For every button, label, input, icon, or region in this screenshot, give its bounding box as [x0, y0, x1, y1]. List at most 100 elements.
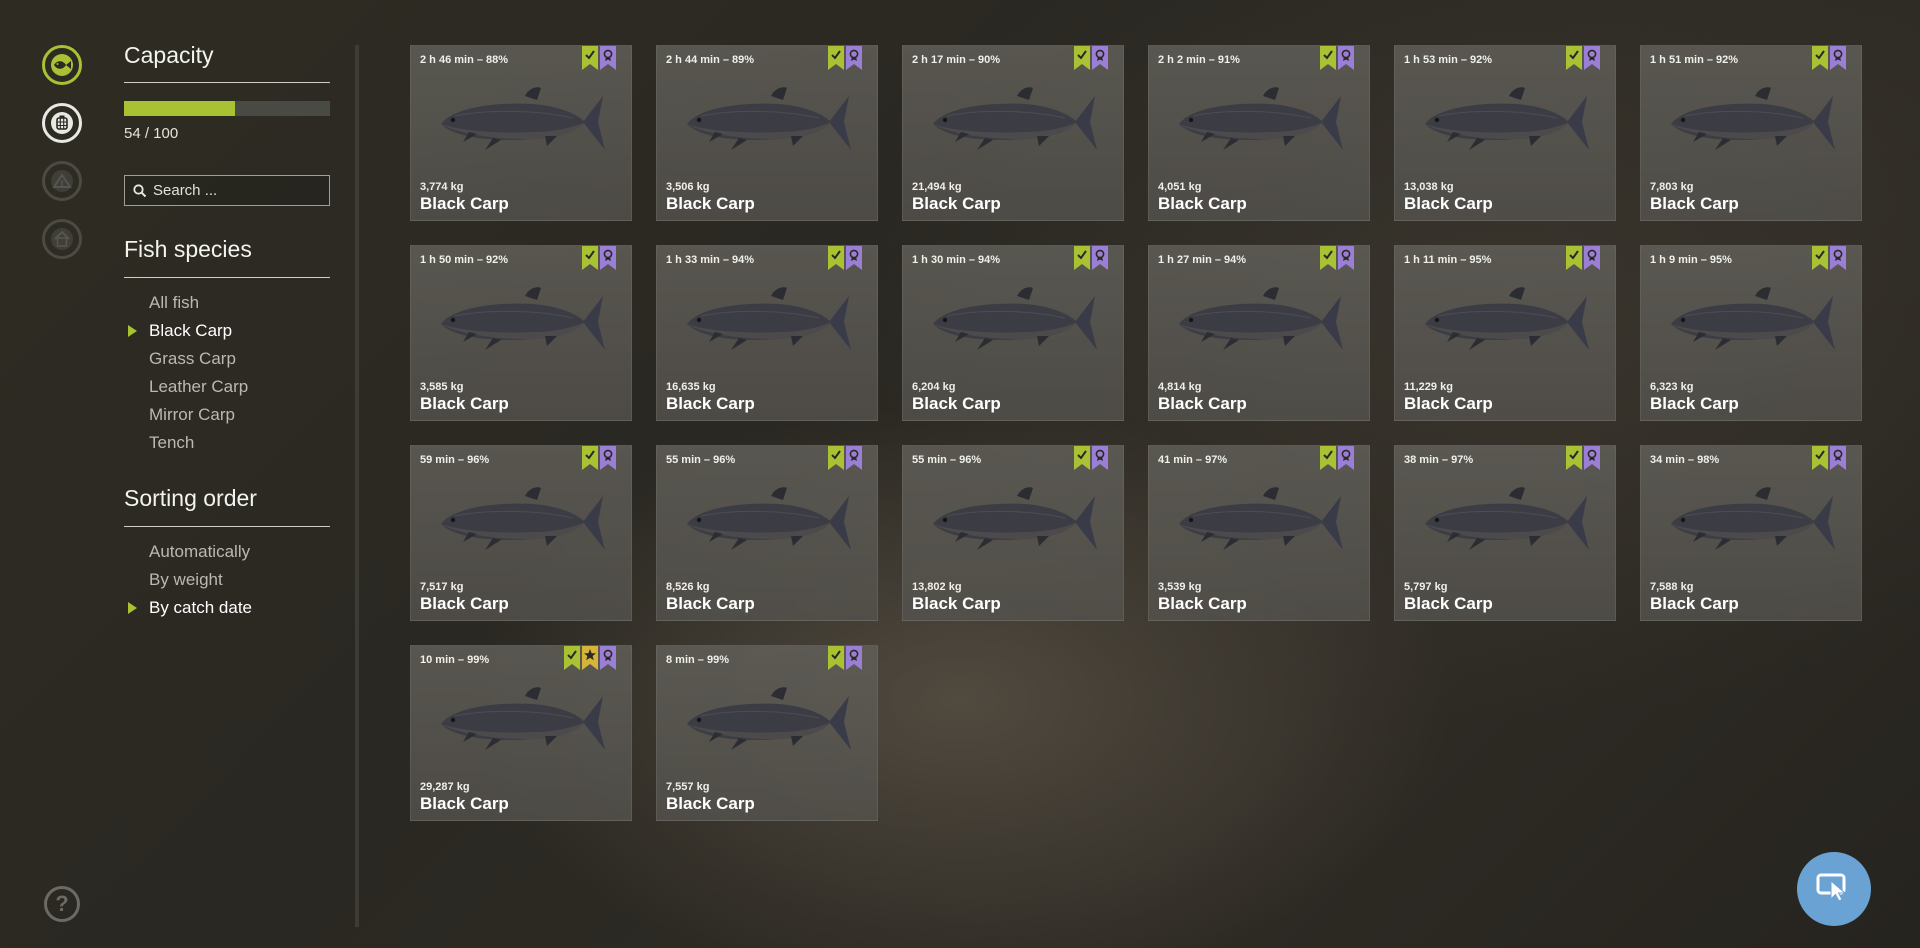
fish-card-name: Black Carp — [420, 194, 509, 213]
fish-card-badges — [1320, 446, 1354, 470]
fish-card-weight: 13,802 kg — [912, 581, 962, 593]
fish-card-weight: 3,774 kg — [420, 181, 464, 193]
fish-card-weight: 8,526 kg — [666, 581, 710, 593]
check-badge-icon — [582, 446, 598, 470]
fish-card-badges — [582, 446, 616, 470]
fish-card[interactable]: 1 h 9 min – 95% 6,323 kg Black Carp — [1640, 245, 1862, 421]
fish-card-name: Black Carp — [1650, 194, 1739, 213]
fish-card-weight: 7,803 kg — [1650, 181, 1694, 193]
fish-card-name: Black Carp — [666, 394, 755, 413]
fish-card[interactable]: 1 h 11 min – 95% 11,229 kg Black Carp — [1394, 245, 1616, 421]
species-title: Fish species — [124, 236, 252, 262]
fish-card[interactable]: 1 h 27 min – 94% 4,814 kg Black Carp — [1148, 245, 1370, 421]
ribbon-badge-icon — [600, 246, 616, 270]
tent-nav-button[interactable] — [42, 161, 82, 201]
fish-card[interactable]: 2 h 44 min – 89% 3,506 kg Black Carp — [656, 45, 878, 221]
ribbon-badge-icon — [846, 646, 862, 670]
fish-card[interactable]: 2 h 17 min – 90% 21,494 kg Black Carp — [902, 45, 1124, 221]
species-item-label: Mirror Carp — [149, 405, 235, 424]
fish-card[interactable]: 1 h 30 min – 94% 6,204 kg Black Carp — [902, 245, 1124, 421]
fish-card[interactable]: 59 min – 96% 7,517 kg Black Carp — [410, 445, 632, 621]
fish-image — [433, 682, 609, 767]
fish-image — [1171, 482, 1347, 567]
fish-image — [1417, 82, 1593, 167]
fish-image — [679, 682, 855, 767]
fish-card-name: Black Carp — [1158, 594, 1247, 613]
fish-card-name: Black Carp — [1158, 194, 1247, 213]
fish-card-name: Black Carp — [1404, 394, 1493, 413]
species-item[interactable]: Black Carp — [124, 317, 248, 345]
capacity-count: 54 / 100 — [124, 125, 179, 142]
fish-card-badges — [828, 246, 862, 270]
species-item-label: Leather Carp — [149, 377, 249, 396]
check-badge-icon — [582, 46, 598, 70]
species-divider — [124, 277, 330, 278]
fish-card-weight: 7,588 kg — [1650, 581, 1694, 593]
sorting-list: Automatically By weight By catch date — [124, 538, 252, 622]
check-badge-icon — [828, 246, 844, 270]
fish-card[interactable]: 38 min – 97% 5,797 kg Black Carp — [1394, 445, 1616, 621]
help-button[interactable]: ? — [44, 886, 80, 922]
fish-card[interactable]: 41 min – 97% 3,539 kg Black Carp — [1148, 445, 1370, 621]
search-icon — [133, 183, 147, 198]
fish-image — [1417, 282, 1593, 367]
search-field[interactable] — [124, 175, 330, 206]
fish-card[interactable]: 55 min – 96% 13,802 kg Black Carp — [902, 445, 1124, 621]
fish-card[interactable]: 1 h 51 min – 92% 7,803 kg Black Carp — [1640, 45, 1862, 221]
check-badge-icon — [1320, 46, 1336, 70]
ribbon-badge-icon — [1092, 46, 1108, 70]
fish-card-name: Black Carp — [1650, 594, 1739, 613]
check-badge-icon — [1812, 46, 1828, 70]
fish-card-weight: 16,635 kg — [666, 381, 716, 393]
fish-card-badges — [1074, 246, 1108, 270]
fish-card[interactable]: 2 h 2 min – 91% 4,051 kg Black Carp — [1148, 45, 1370, 221]
fish-card[interactable]: 1 h 53 min – 92% 13,038 kg Black Carp — [1394, 45, 1616, 221]
fish-image — [433, 282, 609, 367]
fish-card-time: 55 min – 96% — [666, 454, 736, 466]
fish-image — [1417, 482, 1593, 567]
selected-arrow-icon — [128, 602, 137, 614]
species-item[interactable]: Mirror Carp — [124, 401, 248, 429]
sorting-item[interactable]: By weight — [124, 566, 252, 594]
species-item[interactable]: Grass Carp — [124, 345, 248, 373]
search-input[interactable] — [147, 182, 323, 199]
fish-card[interactable]: 1 h 50 min – 92% 3,585 kg Black Carp — [410, 245, 632, 421]
ribbon-badge-icon — [1584, 446, 1600, 470]
tent-icon — [49, 168, 75, 194]
fish-nav-button[interactable] — [42, 45, 82, 85]
species-item[interactable]: Leather Carp — [124, 373, 248, 401]
fish-card[interactable]: 2 h 46 min – 88% 3,774 kg Black Carp — [410, 45, 632, 221]
check-badge-icon — [1812, 446, 1828, 470]
fish-card-name: Black Carp — [666, 194, 755, 213]
fish-image — [1171, 282, 1347, 367]
sorting-item-label: By weight — [149, 570, 223, 589]
sorting-item-label: By catch date — [149, 598, 253, 617]
check-badge-icon — [1320, 446, 1336, 470]
ribbon-badge-icon — [846, 446, 862, 470]
fish-card-weight: 3,506 kg — [666, 181, 710, 193]
sorting-item[interactable]: By catch date — [124, 594, 252, 622]
house-nav-button[interactable] — [42, 219, 82, 259]
fish-card[interactable]: 1 h 33 min – 94% 16,635 kg Black Carp — [656, 245, 878, 421]
fish-card-time: 2 h 17 min – 90% — [912, 54, 1001, 66]
fish-card-time: 34 min – 98% — [1650, 454, 1720, 466]
species-item[interactable]: All fish — [124, 289, 248, 317]
fish-card[interactable]: 8 min – 99% 7,557 kg Black Carp — [656, 645, 878, 821]
fish-card-weight: 4,814 kg — [1158, 381, 1202, 393]
fish-card[interactable]: 10 min – 99% 29,287 kg Black Carp — [410, 645, 632, 821]
fish-card-badges — [1074, 446, 1108, 470]
fish-card[interactable]: 34 min – 98% 7,588 kg Black Carp — [1640, 445, 1862, 621]
fish-card-time: 55 min – 96% — [912, 454, 982, 466]
ribbon-badge-icon — [1338, 246, 1354, 270]
fish-card-badges — [1566, 46, 1600, 70]
capacity-bar-fill — [124, 101, 236, 116]
check-badge-icon — [1812, 246, 1828, 270]
fish-image — [679, 482, 855, 567]
fish-card[interactable]: 55 min – 96% 8,526 kg Black Carp — [656, 445, 878, 621]
sorting-item[interactable]: Automatically — [124, 538, 252, 566]
fish-card-badges — [1812, 46, 1846, 70]
ribbon-badge-icon — [1584, 246, 1600, 270]
keepnet-nav-button[interactable] — [42, 103, 82, 143]
species-item[interactable]: Tench — [124, 429, 248, 457]
cursor-mode-button[interactable] — [1797, 852, 1871, 926]
